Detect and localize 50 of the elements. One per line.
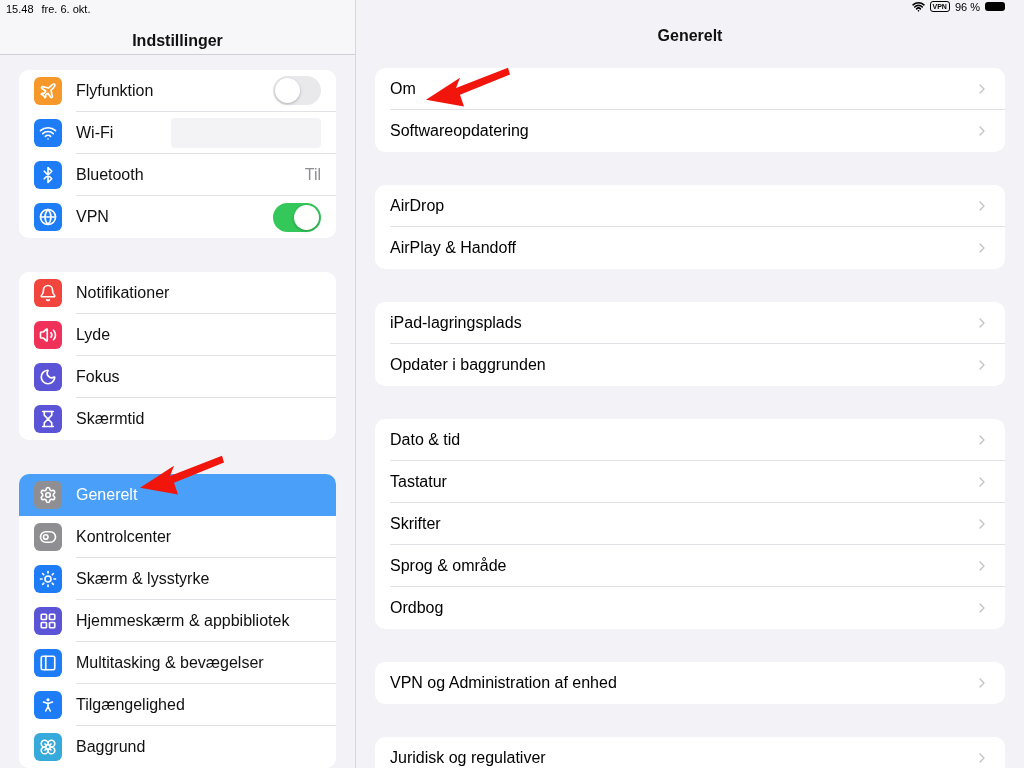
row-label: AirDrop xyxy=(390,196,446,215)
item-label: Flyfunktion xyxy=(76,81,155,100)
row-label: Sprog & område xyxy=(390,556,508,575)
battery-percent: 96 % xyxy=(954,0,980,13)
item-label: Bluetooth xyxy=(76,165,145,184)
item-value: Til xyxy=(304,165,321,184)
row-label: Softwareopdatering xyxy=(390,122,530,140)
settings-row[interactable]: AirDrop xyxy=(375,185,1005,227)
sidebar-title: Indstillinger xyxy=(131,32,224,50)
row-label: iPad-lagringsplads xyxy=(390,313,523,332)
settings-row[interactable]: Dato & tid xyxy=(375,419,1005,461)
row-label: Dato & tid xyxy=(390,430,462,449)
item-label: Generelt xyxy=(76,486,139,504)
item-label: Baggrund xyxy=(76,738,147,756)
toggle-switch[interactable] xyxy=(273,202,321,232)
settings-row[interactable]: Skrifter xyxy=(375,503,1005,545)
row-label: Ordbog xyxy=(390,599,445,617)
item-label: Skærmtid xyxy=(76,410,146,428)
row-label: Tastatur xyxy=(390,472,448,491)
wifi-icon xyxy=(911,0,925,13)
settings-row[interactable]: Juridisk og regulativer xyxy=(375,737,1005,768)
status-date: fre. 6. okt. xyxy=(41,3,91,15)
row-label: Om xyxy=(390,79,417,98)
item-label: Multitasking & bevægelser xyxy=(76,653,265,672)
item-label: Notifikationer xyxy=(76,283,171,302)
row-label: AirPlay & Handoff xyxy=(390,239,517,257)
row-label: VPN og Administration af enhed xyxy=(390,674,618,692)
settings-row[interactable]: Softwareopdatering xyxy=(375,110,1005,152)
settings-row[interactable]: Opdater i baggrunden xyxy=(375,344,1005,386)
settings-row[interactable]: Ordbog xyxy=(375,587,1005,629)
item-label: Tilgængelighed xyxy=(76,695,186,714)
item-label: Skærm & lysstyrke xyxy=(76,569,211,588)
item-label: Lyde xyxy=(76,325,112,344)
item-label: Fokus xyxy=(76,367,121,386)
battery-icon xyxy=(985,2,1005,11)
settings-row[interactable]: AirPlay & Handoff xyxy=(375,227,1005,269)
item-label: VPN xyxy=(76,208,110,226)
row-label: Opdater i baggrunden xyxy=(390,356,547,374)
settings-row[interactable]: Sprog & område xyxy=(375,545,1005,587)
settings-row[interactable]: iPad-lagringsplads xyxy=(375,302,1005,344)
item-label: Kontrolcenter xyxy=(76,527,173,546)
settings-row[interactable]: Tastatur xyxy=(375,461,1005,503)
page-title: Generelt xyxy=(656,27,724,45)
status-time: 15.48 xyxy=(6,3,34,15)
row-label: Juridisk og regulativer xyxy=(390,749,547,767)
toggle-switch[interactable] xyxy=(273,76,321,105)
settings-row[interactable]: VPN og Administration af enhed xyxy=(375,662,1005,704)
item-label: Wi-Fi xyxy=(76,123,115,142)
row-label: Skrifter xyxy=(390,514,442,533)
item-label: Hjemmeskærm & appbibliotek xyxy=(76,611,291,630)
